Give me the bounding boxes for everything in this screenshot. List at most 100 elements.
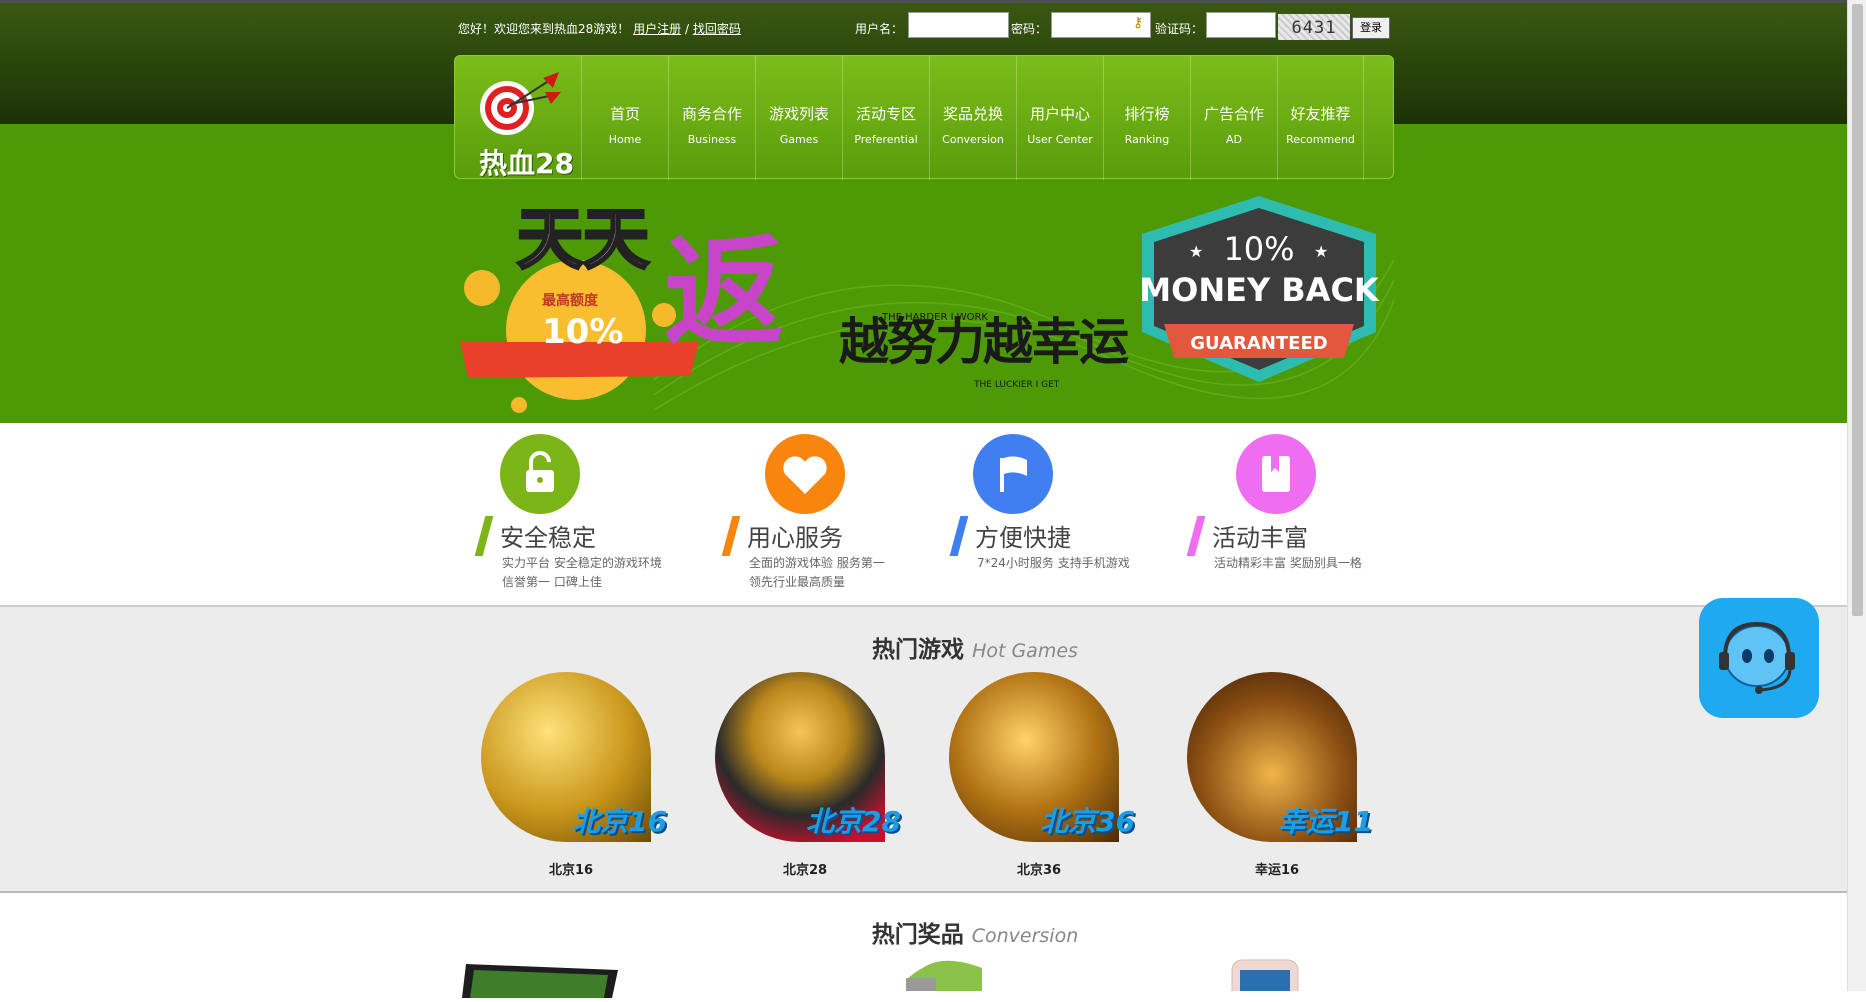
nav-sublabel: Preferential (854, 133, 918, 146)
hot-games-heading: 热门游戏 Hot Games (0, 630, 1866, 664)
feature-desc-line: 实力平台 安全稳定的游戏环境 (502, 556, 662, 570)
device-image (906, 960, 982, 991)
nav-recommend[interactable]: 好友推荐 Recommend (1277, 56, 1364, 180)
username-label: 用户名： (855, 22, 904, 36)
game-card-beijing36[interactable]: 北京36 北京36 (949, 672, 1135, 878)
captcha-image[interactable]: 6431 (1278, 14, 1350, 40)
prize-laptop[interactable] (462, 958, 622, 998)
prize-phone[interactable] (1228, 958, 1308, 1001)
feature-desc-line: 领先行业最高质量 (749, 575, 846, 589)
username-input[interactable] (908, 12, 1009, 38)
game-card-beijing28[interactable]: 北京28 北京28 (715, 672, 901, 878)
prize-device[interactable] (900, 958, 990, 991)
game-card-lucky16[interactable]: 幸运11 幸运16 (1187, 672, 1373, 878)
section-title: 热门奖品 (871, 922, 964, 948)
captcha-label: 验证码： (1155, 22, 1204, 36)
nav-sublabel: Business (687, 133, 737, 146)
feature-desc: 实力平台 安全稳定的游戏环境 信誉第一 口碑上佳 (502, 554, 662, 592)
nav-label: 广告合作 (1203, 105, 1264, 123)
feature-accent (1186, 516, 1206, 556)
nav-sublabel: User Center (1027, 133, 1093, 146)
nav-user-center[interactable]: 用户中心 User Center (1016, 56, 1103, 180)
target-logo-icon (480, 72, 561, 135)
nav-games[interactable]: 游戏列表 Games (755, 56, 842, 180)
game-tag: 幸运11 (1278, 805, 1373, 838)
password-label: 密码： (1011, 22, 1048, 36)
feature-title: 活动丰富 (1212, 524, 1308, 552)
lock-icon (500, 434, 580, 514)
vertical-scrollbar[interactable] (1847, 0, 1866, 991)
welcome-bar: 您好！欢迎您来到热血28游戏！ 用户注册 / 找回密码 (458, 20, 741, 37)
headset-icon (1719, 621, 1795, 694)
top-border-line (0, 0, 1848, 3)
nav-label: 游戏列表 (768, 105, 829, 123)
nav-sublabel: Recommend (1286, 133, 1355, 146)
star-icon: ★ (1314, 242, 1329, 261)
feature-accent (721, 516, 741, 556)
section-title: 热门游戏 (872, 637, 965, 663)
game-name: 北京36 (1016, 863, 1062, 878)
customer-support-button[interactable] (1699, 598, 1819, 718)
section-subtitle: Hot Games (972, 640, 1078, 662)
nav-ad[interactable]: 广告合作 AD (1190, 56, 1277, 180)
captcha-input[interactable] (1206, 12, 1276, 38)
game-card-beijing16[interactable]: 北京16 北京16 (481, 672, 667, 878)
nav-label: 商务合作 (681, 105, 742, 123)
feature-desc-line: 活动精彩丰富 奖励别具一格 (1214, 556, 1362, 570)
nav-conversion[interactable]: 奖品兑换 Conversion (929, 56, 1016, 180)
section-subtitle: Conversion (971, 925, 1079, 947)
banner-headline: 天天 (516, 200, 651, 280)
game-name: 北京16 (548, 863, 594, 878)
heart-icon (765, 434, 845, 514)
nav-label: 排行榜 (1124, 105, 1170, 123)
laptop-image (462, 964, 618, 998)
nav-label: 用户中心 (1029, 105, 1090, 123)
book-icon (1236, 434, 1316, 514)
site-logo[interactable]: 热血28 (465, 66, 574, 180)
banner-big-char: 返 (664, 224, 784, 363)
nav-label: 首页 (609, 105, 640, 123)
slogan-en-top: THE HARDER I WORK (882, 312, 988, 323)
coin-label: 最高额度 (542, 293, 598, 309)
feature-desc: 活动精彩丰富 奖励别具一格 (1214, 554, 1362, 573)
nav-sublabel: Home (608, 133, 642, 146)
star-icon: ★ (1189, 242, 1204, 261)
nav-label: 活动专区 (855, 105, 916, 123)
badge-percent: 10% (1223, 230, 1295, 268)
nav-label: 奖品兑换 (942, 105, 1003, 123)
feature-title: 用心服务 (747, 524, 843, 552)
welcome-text: 您好！欢迎您来到热血28游戏！ (458, 22, 630, 36)
game-tag: 北京36 (1040, 805, 1135, 838)
flag-icon (973, 434, 1053, 514)
recover-password-link[interactable]: 找回密码 (693, 22, 741, 36)
feature-desc-line: 全面的游戏体验 服务第一 (749, 556, 885, 570)
logo-text: 热血28 (479, 147, 574, 180)
badge-main-text: MONEY BACK (1139, 271, 1379, 309)
badge-ribbon-text: GUARANTEED (1190, 333, 1328, 354)
feature-desc-line: 信誉第一 口碑上佳 (502, 575, 602, 589)
coin-value: 10% (542, 312, 624, 352)
key-icon: ⚷ (1133, 15, 1144, 31)
promo-banner[interactable]: 天天 返 最高额度 10% 越努力越幸运 THE HARDER I WORK T… (454, 180, 1394, 423)
main-nav: 热血28 首页 Home 商务合作 Business 游戏列表 Games 活动… (454, 55, 1394, 180)
nav-ranking[interactable]: 排行榜 Ranking (1103, 56, 1190, 180)
game-tag: 北京16 (572, 805, 667, 838)
link-separator: / (684, 22, 689, 36)
game-name: 北京28 (782, 863, 828, 878)
nav-sublabel: Games (779, 133, 819, 146)
feature-desc: 7*24小时服务 支持手机游戏 (977, 554, 1130, 573)
register-link[interactable]: 用户注册 (633, 22, 681, 36)
game-tag: 北京28 (806, 805, 901, 838)
slogan-en-bottom: THE LUCKIER I GET (974, 380, 1060, 390)
nav-business[interactable]: 商务合作 Business (668, 56, 755, 180)
nav-label: 好友推荐 (1290, 105, 1351, 123)
phone-image (1231, 959, 1299, 1001)
scrollbar-thumb[interactable] (1852, 4, 1863, 616)
feature-accent (474, 516, 494, 556)
feature-title: 方便快捷 (975, 524, 1071, 552)
game-name: 幸运16 (1254, 863, 1300, 878)
nav-preferential[interactable]: 活动专区 Preferential (842, 56, 929, 180)
login-button[interactable]: 登录 (1352, 17, 1390, 39)
feature-accent (949, 516, 969, 556)
nav-home[interactable]: 首页 Home (581, 56, 668, 180)
